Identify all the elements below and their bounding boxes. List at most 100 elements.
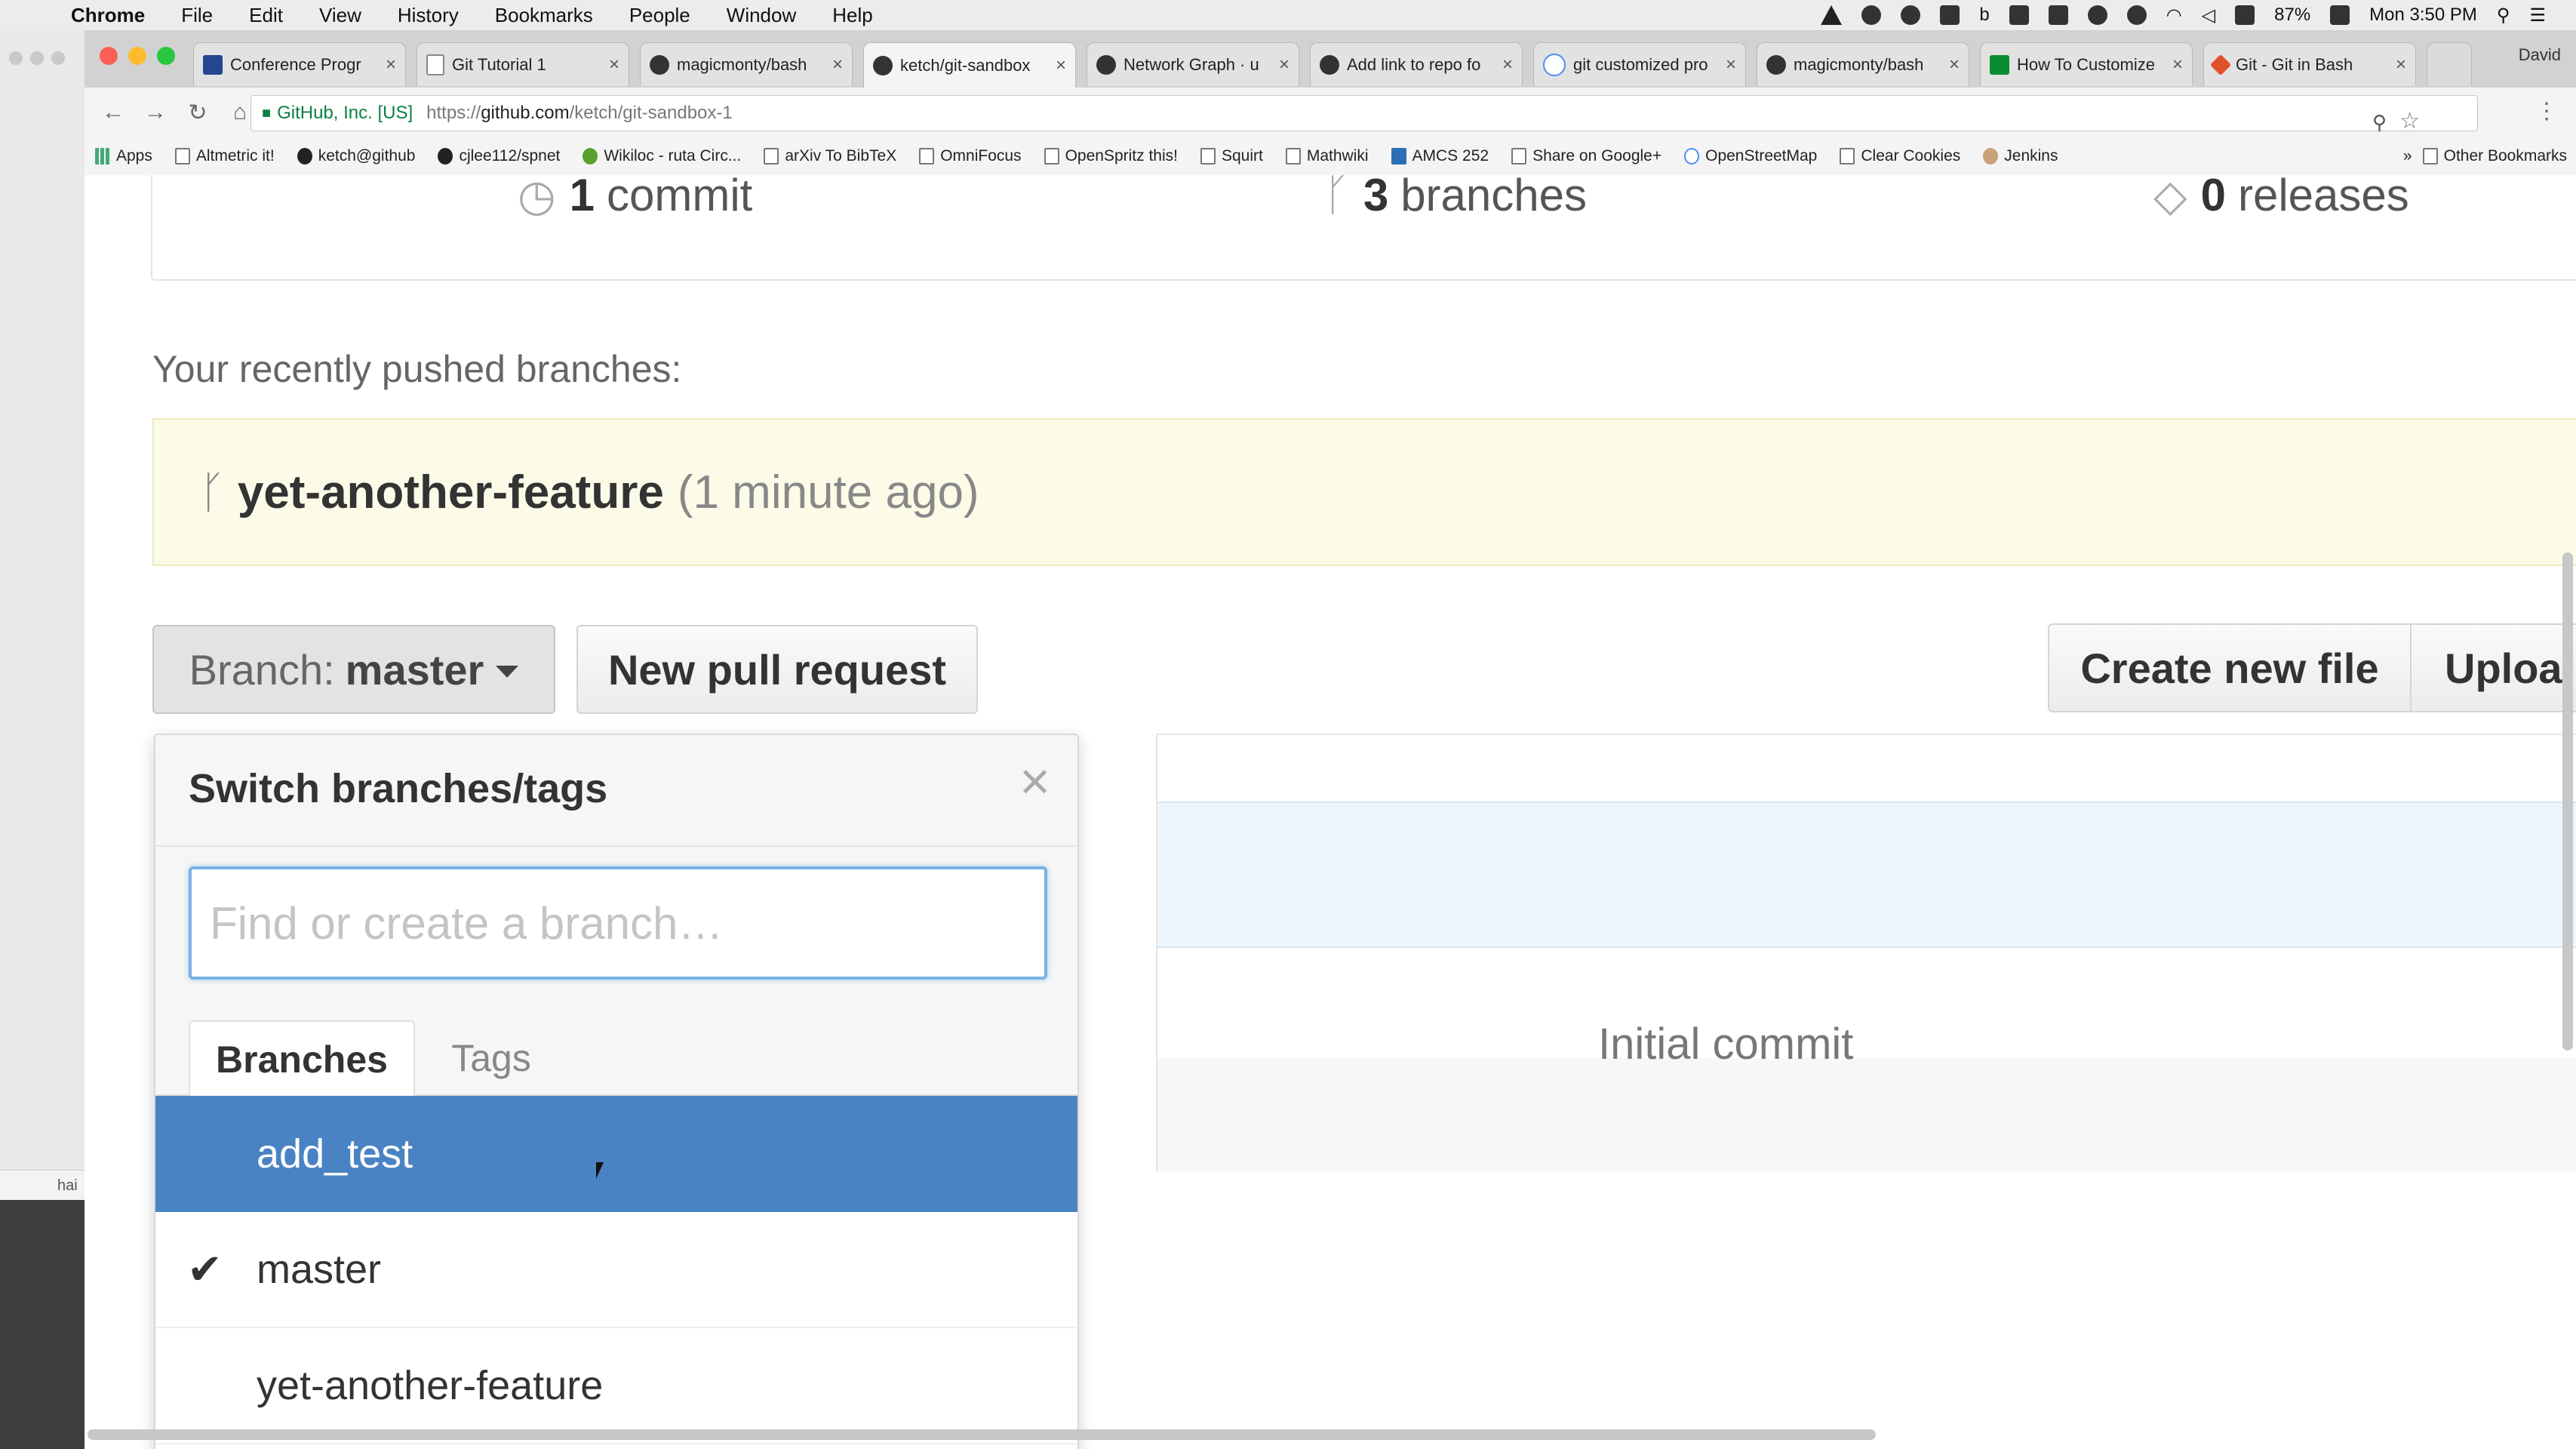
home-icon[interactable]: ⌂ [226,100,254,125]
file-row[interactable] [1157,945,2576,1060]
bookmark-openspritz[interactable]: OpenSpritz this! [1044,147,1178,165]
notification-center-icon[interactable]: ☰ [2529,5,2546,26]
menu-app-name[interactable]: Chrome [53,4,163,27]
branch-select-button[interactable]: Branch: master [152,625,555,714]
chrome-menu-icon[interactable]: ⋮ [2535,98,2558,125]
zoom-icon[interactable]: ⚲ [2372,111,2387,134]
bookmark-mathwiki[interactable]: Mathwiki [1285,147,1369,165]
bookmark-spnet[interactable]: cjlee112/spnet [438,147,560,165]
bookmark-clear-cookies[interactable]: Clear Cookies [1840,147,1960,165]
bookmark-apps[interactable]: Apps [95,147,152,165]
vertical-scrollbar[interactable] [2562,552,2573,1051]
profile-button[interactable]: David [2519,45,2561,65]
drive-icon[interactable] [1821,5,1843,25]
battery-percent[interactable]: 87% [2274,5,2310,26]
spotlight-icon[interactable]: ⚲ [2497,5,2510,26]
tab-network-graph[interactable]: Network Graph · u × [1087,42,1299,86]
tab-git-sandbox[interactable]: ketch/git-sandbox × [863,42,1076,88]
bookmark-other[interactable]: » Other Bookmarks [2403,147,2567,165]
menu-file[interactable]: File [163,4,231,27]
tab-magicmonty-bash-2[interactable]: magicmonty/bash × [1757,42,1969,86]
bookmark-omnifocus[interactable]: OmniFocus [919,147,1022,165]
close-icon[interactable]: × [1019,755,1050,808]
close-tab-icon[interactable]: × [1949,54,1960,75]
tab-git-customized[interactable]: git customized pro × [1533,42,1746,86]
chevron-right-icon[interactable]: » [2403,147,2412,165]
clock-app-icon[interactable] [1901,5,1921,25]
bookmark-ketch-github[interactable]: ketch@github [297,147,415,165]
bookmark-squirt[interactable]: Squirt [1200,147,1263,165]
menu-view[interactable]: View [301,4,380,27]
background-window-stub[interactable]: hai [0,1170,85,1200]
bookmark-star-icon[interactable]: ☆ [2399,108,2420,134]
close-tab-icon[interactable]: × [1726,54,1736,75]
bookmark-jenkins[interactable]: Jenkins [1983,147,2058,165]
tab-add-link[interactable]: Add link to repo fo × [1310,42,1523,86]
menu-bookmarks[interactable]: Bookmarks [477,4,611,27]
recent-branch-link[interactable]: yet-another-feature [238,466,664,519]
clock[interactable]: Mon 3:50 PM [2369,5,2477,26]
close-tab-icon[interactable]: × [1502,54,1513,75]
branch-filter-input[interactable] [189,866,1047,980]
reload-icon[interactable]: ↻ [184,100,211,126]
time-machine-icon[interactable] [2087,5,2107,25]
new-pull-request-button[interactable]: New pull request [576,625,978,714]
close-tab-icon[interactable]: × [386,54,396,75]
close-tab-icon[interactable]: × [609,54,619,75]
menu-help[interactable]: Help [814,4,890,27]
commits-stat[interactable]: ◷ 1 commit [518,175,752,221]
onepassword-icon[interactable] [1861,5,1882,25]
file-row[interactable] [1157,1058,2576,1171]
tab-how-to-customize[interactable]: How To Customize × [1980,42,2193,86]
bookmark-amcs[interactable]: AMCS 252 [1391,147,1489,165]
branch-item-master[interactable]: ✔ master [155,1212,1077,1328]
branch-item-yet-another-feature[interactable]: yet-another-feature [155,1328,1077,1444]
create-new-file-button[interactable]: Create new file [2048,623,2412,712]
bookmark-openstreetmap[interactable]: OpenStreetMap [1684,147,1817,165]
battery-icon[interactable] [2330,5,2350,25]
back-icon[interactable]: ← [100,100,127,125]
new-tab-button[interactable] [2427,42,2472,86]
volume-icon[interactable]: ◁ [2202,5,2215,26]
releases-stat[interactable]: ◇ 0 releases [2153,175,2409,221]
branches-stat[interactable]: ᚴ 3 branches [1323,175,1587,221]
bookmark-arxiv-bibtex[interactable]: arXiv To BibTeX [764,147,896,165]
bluetooth-icon[interactable] [2126,5,2147,25]
close-tab-icon[interactable]: × [2396,54,2406,75]
shield-icon[interactable] [1940,5,1960,25]
close-window-button[interactable] [100,47,118,65]
tab-git-in-bash[interactable]: Git - Git in Bash × [2203,42,2416,86]
minimize-window-button[interactable] [128,47,146,65]
menu-people[interactable]: People [611,4,709,27]
close-tab-icon[interactable]: × [2172,54,2183,75]
address-bar[interactable]: ■ GitHub, Inc. [US] https://github.com/k… [251,95,2478,134]
wifi-icon[interactable]: ◠ [2166,5,2182,26]
horizontal-scrollbar[interactable] [88,1429,1876,1440]
menu-window[interactable]: Window [709,4,814,27]
forward-icon[interactable]: → [142,100,169,125]
upload-files-button[interactable]: Uploa [2410,623,2576,712]
commits-label: commit [606,175,753,220]
flag-icon[interactable] [2235,5,2255,25]
tab-magicmonty-bash[interactable]: magicmonty/bash × [640,42,853,86]
tab-conference[interactable]: Conference Progr × [193,42,406,86]
tab-branches[interactable]: Branches [189,1020,415,1097]
bookmark-altmetric[interactable]: Altmetric it! [174,147,275,165]
ev-certificate-label[interactable]: GitHub, Inc. [US] [277,103,413,124]
close-tab-icon[interactable]: × [832,54,843,75]
bookmark-share-google[interactable]: Share on Google+ [1511,147,1661,165]
menu-history[interactable]: History [380,4,477,27]
menu-edit[interactable]: Edit [231,4,301,27]
bookmark-wikiloc[interactable]: Wikiloc - ruta Circ... [583,147,741,165]
url-text[interactable]: https://github.com/ketch/git-sandbox-1 [426,103,733,124]
close-tab-icon[interactable]: × [1056,55,1066,76]
b-app-icon[interactable]: b [1979,5,1989,26]
commit-message[interactable]: Initial commit [1598,1019,1853,1069]
dropbox-icon[interactable] [2009,5,2029,25]
zoom-window-button[interactable] [157,47,175,65]
tab-git-tutorial[interactable]: Git Tutorial 1 × [417,42,629,86]
tab-tags[interactable]: Tags [420,1020,563,1096]
branch-item-add-test[interactable]: add_test [155,1096,1077,1212]
airplay-icon[interactable] [2048,5,2068,25]
close-tab-icon[interactable]: × [1279,54,1290,75]
